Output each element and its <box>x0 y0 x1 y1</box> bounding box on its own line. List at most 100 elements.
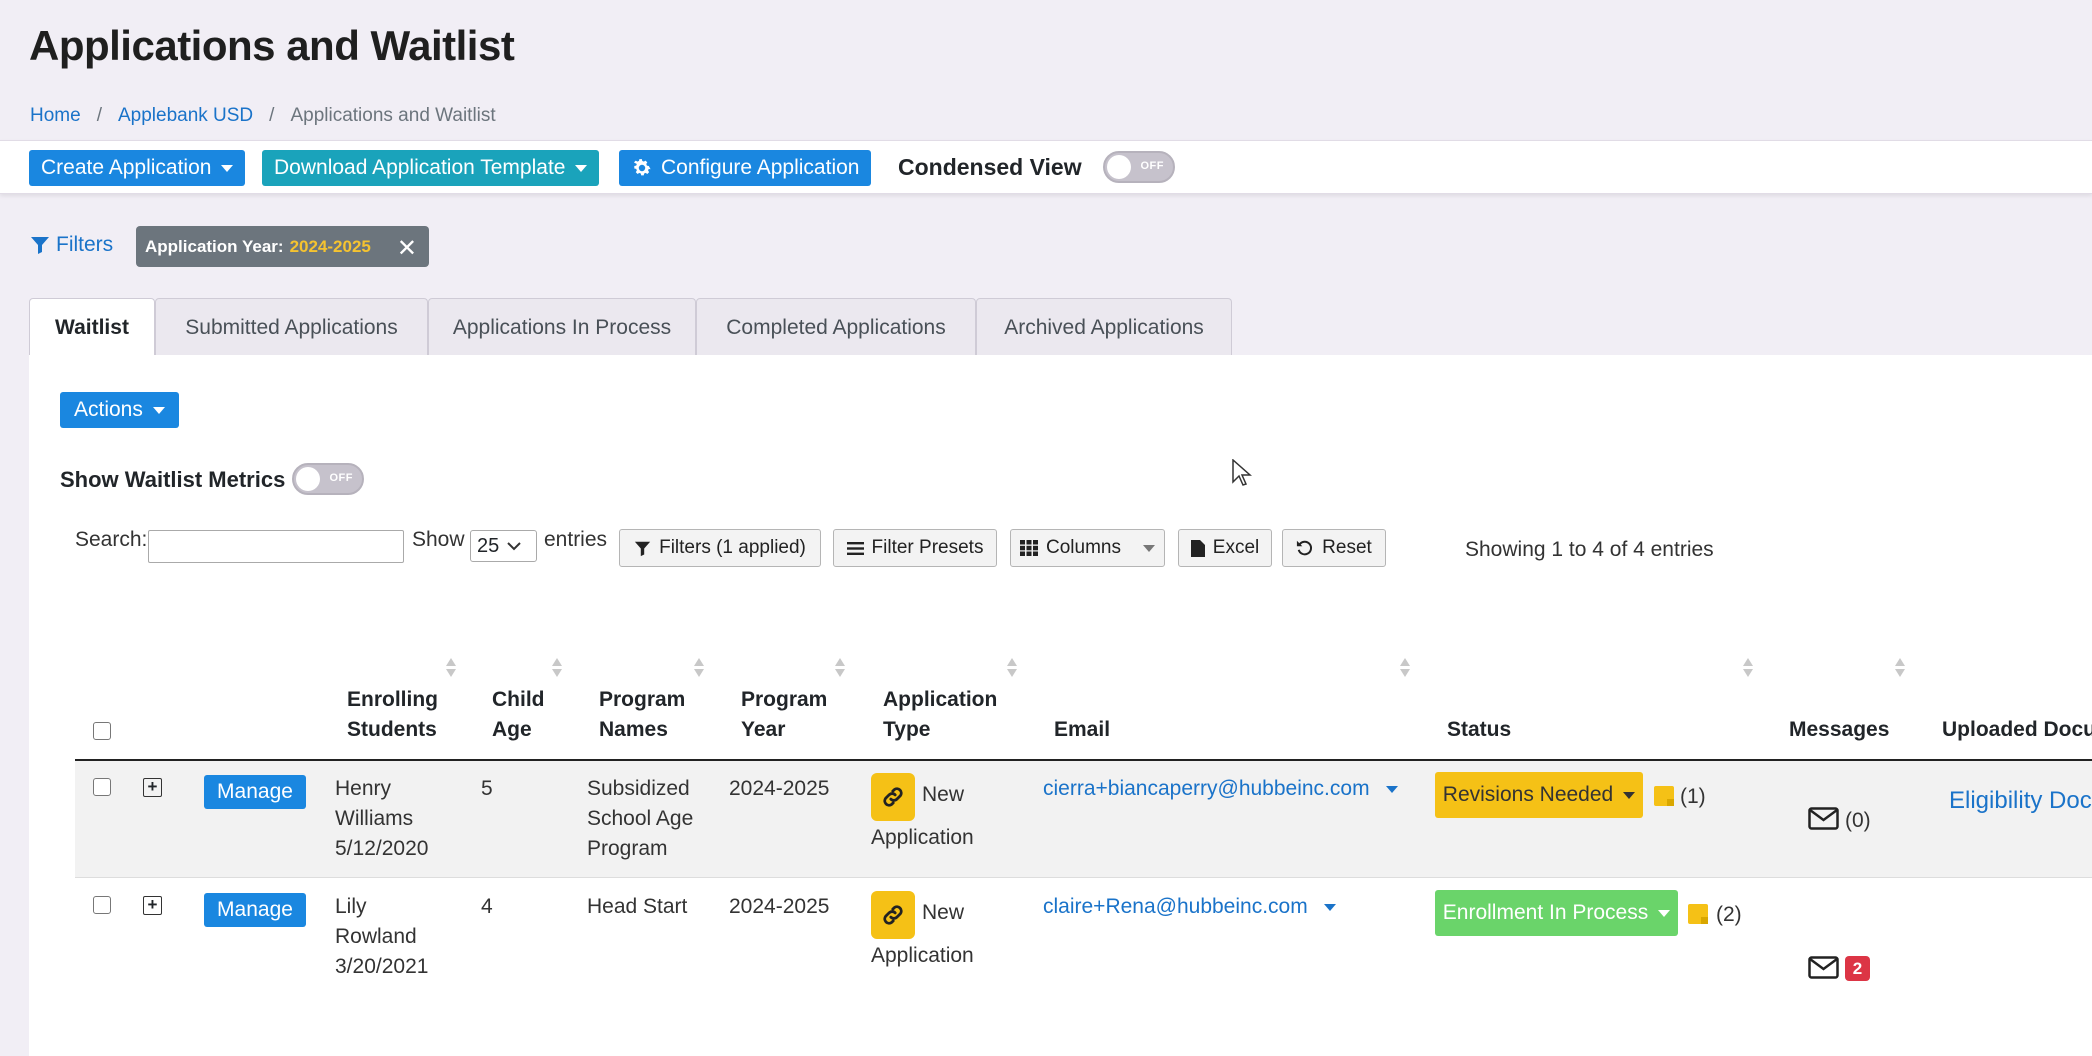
envelope-icon[interactable] <box>1808 956 1839 979</box>
header-line: Year <box>741 718 786 741</box>
sticky-note-icon[interactable] <box>1688 904 1708 924</box>
program-cell: Head Start <box>587 895 688 918</box>
tab-archived-applications[interactable]: Archived Applications <box>976 298 1232 356</box>
column-header-child-age[interactable]: Child Age <box>492 685 545 745</box>
notes-count: (1) <box>1680 785 1706 808</box>
program-year-cell: 2024-2025 <box>729 777 830 800</box>
filter-icon <box>31 237 49 254</box>
application-type-line: Application <box>871 944 974 967</box>
page-length-value: 25 <box>477 534 500 557</box>
condensed-view-toggle[interactable]: OFF <box>1103 151 1175 183</box>
email-dropdown[interactable]: claire+Rena@hubbeinc.com <box>1043 895 1336 919</box>
actions-button[interactable]: Actions <box>60 392 179 428</box>
reset-label: Reset <box>1322 537 1372 558</box>
filters-applied-button[interactable]: Filters (1 applied) <box>619 529 821 567</box>
chevron-down-icon <box>221 164 234 172</box>
sort-icon[interactable] <box>446 656 456 680</box>
column-header-messages[interactable]: Messages <box>1789 715 1889 745</box>
breadcrumb-home[interactable]: Home <box>30 105 81 127</box>
header-line: Enrolling <box>347 688 438 711</box>
breadcrumb-org[interactable]: Applebank USD <box>118 105 253 127</box>
excel-button[interactable]: Excel <box>1178 529 1272 567</box>
sticky-note-icon[interactable] <box>1654 786 1674 806</box>
student-first-name: Henry <box>335 777 392 800</box>
row-checkbox[interactable] <box>93 778 111 796</box>
document-link[interactable]: Eligibility Doc <box>1949 787 2092 815</box>
filter-presets-label: Filter Presets <box>871 537 984 558</box>
column-header-email[interactable]: Email <box>1054 715 1110 745</box>
envelope-icon[interactable] <box>1808 807 1839 830</box>
toggle-state: OFF <box>329 472 353 484</box>
page-length-select[interactable]: 25 <box>470 530 537 562</box>
sort-icon[interactable] <box>835 656 845 680</box>
column-header-status[interactable]: Status <box>1447 715 1511 745</box>
configure-application-button[interactable]: Configure Application <box>619 150 872 186</box>
row-checkbox[interactable] <box>93 896 111 914</box>
undo-icon <box>1297 540 1313 556</box>
tab-completed-applications[interactable]: Completed Applications <box>696 298 976 356</box>
download-template-button[interactable]: Download Application Template <box>262 150 600 186</box>
messages-count: (0) <box>1845 809 1871 832</box>
status-dropdown[interactable]: Revisions Needed <box>1435 772 1643 818</box>
manage-button[interactable]: Manage <box>204 775 306 809</box>
chevron-down-icon <box>575 164 588 172</box>
sort-icon[interactable] <box>1400 656 1410 680</box>
reset-button[interactable]: Reset <box>1282 529 1386 567</box>
toggle-knob <box>1107 155 1131 179</box>
header-line: Program <box>599 688 686 711</box>
sort-icon[interactable] <box>694 656 704 680</box>
application-type-line: New <box>922 901 965 924</box>
select-all-checkbox[interactable] <box>93 722 111 740</box>
email-dropdown[interactable]: cierra+biancaperry@hubbeinc.com <box>1043 777 1398 801</box>
manage-button[interactable]: Manage <box>204 893 306 927</box>
gear-icon <box>633 159 651 176</box>
notes-count: (2) <box>1716 903 1742 926</box>
download-template-label: Download Application Template <box>274 156 566 179</box>
link-icon[interactable] <box>871 773 915 821</box>
column-header-uploaded-documents[interactable]: Uploaded Docu <box>1942 715 2092 745</box>
page-title: Applications and Waitlist <box>29 22 515 69</box>
sort-icon[interactable] <box>552 656 562 680</box>
header-line: Application <box>883 688 998 711</box>
chevron-down-icon <box>507 542 521 551</box>
student-dob: 3/20/2021 <box>335 955 429 978</box>
filter-icon <box>634 541 651 556</box>
header-line: Students <box>347 718 437 741</box>
filters-label: Filters <box>56 233 114 256</box>
waitlist-metrics-toggle[interactable]: OFF <box>292 463 364 495</box>
sort-icon[interactable] <box>1895 656 1905 680</box>
search-input[interactable] <box>148 530 404 563</box>
program-line: School Age <box>587 807 694 830</box>
sort-icon[interactable] <box>1743 656 1753 680</box>
status-dropdown[interactable]: Enrollment In Process <box>1435 890 1678 936</box>
link-icon[interactable] <box>871 891 915 939</box>
column-header-application-type[interactable]: Application Type <box>883 685 997 745</box>
tab-submitted-applications[interactable]: Submitted Applications <box>155 298 428 356</box>
student-cell: Henry Williams 5/12/2020 <box>335 774 428 864</box>
email-text: claire+Rena@hubbeinc.com <box>1043 895 1308 918</box>
student-last-name: Williams <box>335 807 414 830</box>
tab-waitlist[interactable]: Waitlist <box>29 298 155 357</box>
close-icon[interactable]: ✕ <box>397 234 417 263</box>
create-application-button[interactable]: Create Application <box>29 150 246 186</box>
column-header-program-year[interactable]: Program Year <box>741 685 827 745</box>
waitlist-metrics-label: Show Waitlist Metrics <box>60 467 286 492</box>
filters-applied-label: Filters (1 applied) <box>659 537 806 558</box>
column-header-program-names[interactable]: Program Names <box>599 685 685 745</box>
filters-toggle[interactable]: Filters <box>30 233 113 257</box>
chevron-down-icon <box>1385 785 1398 793</box>
application-type-line: New <box>922 783 965 806</box>
breadcrumb-separator: / <box>269 105 275 126</box>
columns-button[interactable]: Columns <box>1010 529 1165 567</box>
expand-row-icon[interactable]: + <box>143 896 162 915</box>
tab-bar: Waitlist Submitted Applications Applicat… <box>29 298 2092 357</box>
tab-applications-in-process[interactable]: Applications In Process <box>428 298 696 356</box>
chevron-down-icon <box>152 406 165 414</box>
expand-row-icon[interactable]: + <box>143 778 162 797</box>
column-header-enrolling-students[interactable]: Enrolling Students <box>347 685 438 745</box>
filter-presets-button[interactable]: Filter Presets <box>833 529 997 567</box>
header-line: Names <box>599 718 668 741</box>
header-line: Type <box>883 718 931 741</box>
entries-label: entries <box>544 528 608 551</box>
sort-icon[interactable] <box>1007 656 1017 680</box>
